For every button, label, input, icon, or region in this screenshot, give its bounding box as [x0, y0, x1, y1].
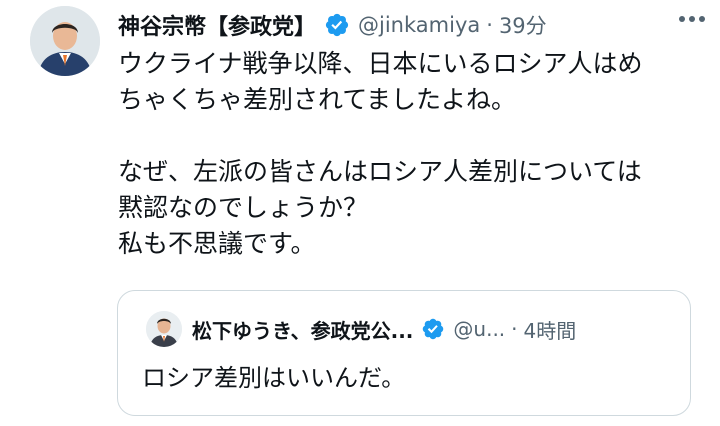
author-name[interactable]: 神谷宗幣【参政党】	[118, 9, 316, 41]
quoted-verified-badge-icon	[423, 318, 444, 340]
tweet-header: 神谷宗幣【参政党】 @jinkamiya · 39分	[118, 6, 700, 44]
quoted-author-avatar[interactable]	[146, 311, 182, 347]
tweet-text: ウクライナ戦争以降、日本にいるロシア人はめ ちゃくちゃ差別されてましたよね。 な…	[118, 49, 643, 258]
quoted-tweet-header: 松下ゆうき、参政党公... @u... · 4時間	[192, 311, 672, 347]
meta-separator: ·	[486, 13, 493, 37]
quoted-tweet-text: ロシア差別はいいんだ。	[142, 364, 406, 392]
more-options-icon	[679, 16, 705, 22]
tweet-timestamp[interactable]: 39分	[499, 10, 547, 40]
quoted-author-name: 松下ゆうき、参政党公...	[192, 318, 414, 343]
quoted-meta-separator: ·	[511, 317, 518, 341]
author-avatar[interactable]	[30, 6, 100, 76]
quoted-author-handle: @u...	[453, 317, 506, 341]
author-avatar-image	[30, 6, 100, 76]
verified-badge-icon	[325, 13, 349, 37]
author-handle[interactable]: @jinkamiya	[358, 13, 480, 37]
more-options-button[interactable]	[674, 0, 710, 38]
quoted-tweet-timestamp: 4時間	[523, 318, 577, 343]
quoted-tweet-card[interactable]: 松下ゆうき、参政党公... @u... · 4時間 ロシア差別はいいんだ。	[117, 290, 691, 416]
quoted-author-avatar-image	[146, 311, 182, 347]
